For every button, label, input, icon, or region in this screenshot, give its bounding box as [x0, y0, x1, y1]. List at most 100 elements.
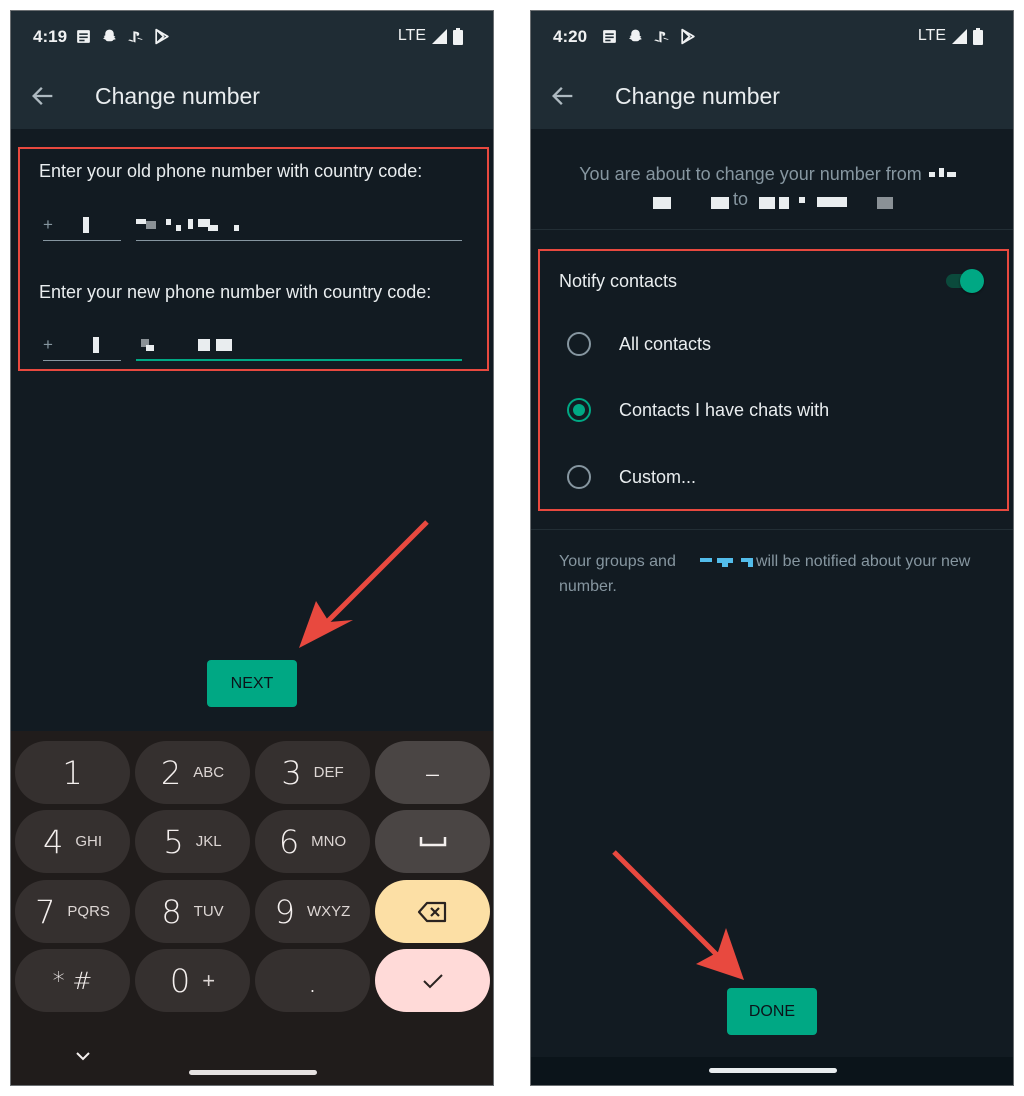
radio-button[interactable]: [567, 398, 591, 422]
snapchat-icon: [629, 29, 642, 42]
network-type: LTE: [917, 27, 946, 44]
backspace-icon: [417, 901, 446, 922]
description-to: to: [733, 189, 749, 209]
redacted-pixel: [653, 197, 671, 209]
battery-icon: [453, 27, 463, 45]
key-letters: GHI: [75, 833, 103, 850]
key-letters: JKL: [195, 833, 222, 850]
key-digit: 9: [274, 892, 295, 931]
key-9[interactable]: 9 WXYZ: [255, 880, 370, 943]
radio-option-custom[interactable]: Custom...: [567, 457, 967, 497]
key-2[interactable]: 2 ABC: [135, 741, 250, 804]
key-digit: 1: [62, 753, 83, 792]
key-confirm[interactable]: [375, 949, 490, 1012]
redacted-link-pixel: [748, 562, 753, 567]
key-7[interactable]: 7 PQRS: [15, 880, 130, 943]
redacted-pixel: [759, 197, 775, 209]
change-number-description: You are about to change your number from: [551, 161, 995, 188]
old-phone-number-input[interactable]: [136, 213, 462, 241]
info-prefix: Your groups and: [559, 553, 676, 570]
redacted-pixel: [166, 219, 171, 225]
redacted-pixel: [146, 221, 156, 229]
status-time: 4:19: [33, 27, 68, 46]
key-3[interactable]: 3 DEF: [255, 741, 370, 804]
redacted-pixel: [817, 197, 847, 207]
radio-button[interactable]: [567, 465, 591, 489]
toggle-thumb: [960, 269, 984, 293]
plus-prefix: +: [43, 215, 53, 234]
next-button[interactable]: NEXT: [207, 660, 297, 707]
key-4[interactable]: 4 GHI: [15, 810, 130, 873]
key-8[interactable]: 8 TUV: [135, 880, 250, 943]
play-store-icon: [155, 28, 169, 45]
radio-label: Custom...: [619, 466, 697, 487]
network-type: LTE: [397, 27, 426, 44]
redacted-pixel: [188, 219, 193, 229]
new-country-code-input[interactable]: +: [43, 333, 121, 361]
signal-icon: [952, 28, 967, 44]
home-gesture-bar[interactable]: [709, 1068, 837, 1073]
radio-button[interactable]: [567, 332, 591, 356]
snapchat-icon: [103, 29, 116, 42]
redacted-pixel: [877, 197, 893, 209]
redacted-pixel: [136, 219, 146, 224]
key-digit: 6: [278, 822, 300, 861]
redacted-pixel: [216, 339, 232, 351]
navigation-bar: [531, 1057, 1013, 1085]
key-6[interactable]: 6 MNO: [255, 810, 370, 873]
page-title: Change number: [95, 83, 260, 109]
key-letters: ABC: [193, 764, 225, 781]
radio-label: All contacts: [619, 333, 712, 354]
play-store-icon: [681, 28, 695, 45]
redacted-link-pixel: [700, 558, 712, 562]
key-dash[interactable]: –: [375, 741, 490, 804]
key-digit: –: [424, 753, 441, 792]
redacted-old-number: [927, 168, 967, 180]
playstation-icon: [128, 31, 143, 43]
status-time: 4:20: [553, 27, 588, 46]
description-line-2: to: [531, 189, 1013, 216]
new-phone-number-input[interactable]: [136, 333, 462, 361]
radio-label: Contacts I have chats with: [619, 399, 830, 420]
redacted-pixel: [779, 197, 789, 209]
info-suffix: will be notified about your new: [756, 553, 971, 570]
key-letters: +: [202, 967, 216, 993]
chevron-down-icon[interactable]: [73, 1049, 93, 1063]
key-digit: * #: [52, 966, 93, 995]
old-country-code-input[interactable]: +: [43, 213, 121, 241]
key-space[interactable]: [375, 810, 490, 873]
redacted-pixel: [208, 225, 218, 231]
key-period[interactable]: .: [255, 949, 370, 1012]
divider: [531, 229, 1013, 230]
check-icon: [422, 973, 443, 988]
key-star-hash[interactable]: * #: [15, 949, 130, 1012]
key-digit: 3: [281, 753, 302, 792]
old-number-label: Enter your old phone number with country…: [39, 161, 423, 181]
annotation-arrow: [299, 520, 429, 648]
redacted-link-pixel: [722, 562, 728, 567]
key-digit: 7: [35, 892, 56, 931]
radio-option-contacts-with-chats[interactable]: Contacts I have chats with: [567, 390, 967, 430]
radio-option-all-contacts[interactable]: All contacts: [567, 324, 967, 364]
key-5[interactable]: 5 JKL: [135, 810, 250, 873]
home-gesture-bar[interactable]: [189, 1070, 317, 1075]
arrow-back-icon[interactable]: [29, 82, 57, 110]
redacted-pixel: [234, 225, 239, 231]
arrow-back-icon[interactable]: [549, 82, 577, 110]
notify-contacts-toggle[interactable]: [946, 269, 984, 293]
status-bar: 4:19 LTE: [11, 11, 493, 63]
page-title: Change number: [615, 83, 780, 109]
playstation-icon: [654, 31, 669, 43]
numeric-keyboard: 1 2 ABC 3 DEF – 4 GHI 5 JKL 6 MNO 7 PQRS 8 TUV 9 WXYZ * # 0…: [11, 731, 493, 1085]
key-0[interactable]: 0 +: [135, 949, 250, 1012]
key-1[interactable]: 1: [15, 741, 130, 804]
key-letters: MNO: [311, 833, 347, 850]
app-bar: Change number: [531, 63, 1013, 129]
done-button[interactable]: DONE: [727, 988, 817, 1035]
annotation-arrow: [612, 850, 744, 980]
redacted-pixel: [198, 339, 210, 351]
plus-prefix: +: [43, 335, 53, 354]
key-backspace[interactable]: [375, 880, 490, 943]
signal-icon: [432, 28, 447, 44]
key-digit: 5: [163, 822, 184, 861]
